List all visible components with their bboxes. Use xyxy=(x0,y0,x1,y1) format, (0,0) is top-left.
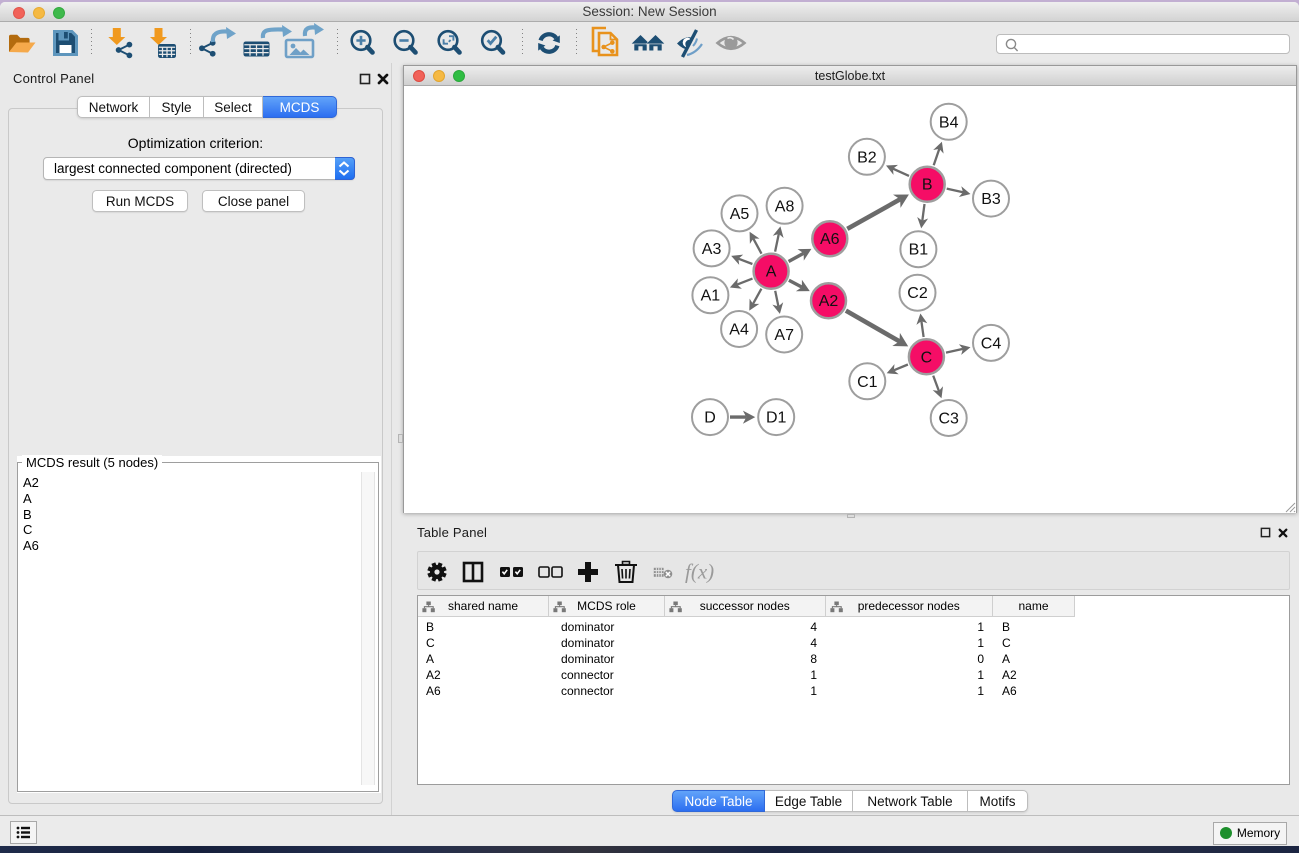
svg-text:B1: B1 xyxy=(909,242,929,259)
svg-text:B: B xyxy=(922,177,933,194)
svg-text:C: C xyxy=(921,349,933,366)
svg-text:C4: C4 xyxy=(981,335,1002,352)
svg-text:A2: A2 xyxy=(819,293,839,310)
svg-text:A5: A5 xyxy=(730,206,750,223)
svg-text:A4: A4 xyxy=(729,322,749,339)
svg-text:C3: C3 xyxy=(938,411,959,428)
svg-text:D: D xyxy=(704,410,716,427)
svg-text:A3: A3 xyxy=(702,241,722,258)
svg-text:A7: A7 xyxy=(774,327,794,344)
svg-text:C1: C1 xyxy=(857,374,878,391)
svg-text:B2: B2 xyxy=(857,149,877,166)
svg-text:A1: A1 xyxy=(701,288,721,305)
svg-text:f(x): f(x) xyxy=(685,560,714,584)
svg-text:D1: D1 xyxy=(766,410,787,427)
svg-text:A6: A6 xyxy=(820,231,840,248)
svg-text:B4: B4 xyxy=(939,114,959,131)
svg-text:B3: B3 xyxy=(981,191,1001,208)
svg-text:A: A xyxy=(766,264,777,281)
svg-text:A8: A8 xyxy=(775,198,795,215)
svg-text:C2: C2 xyxy=(907,285,928,302)
